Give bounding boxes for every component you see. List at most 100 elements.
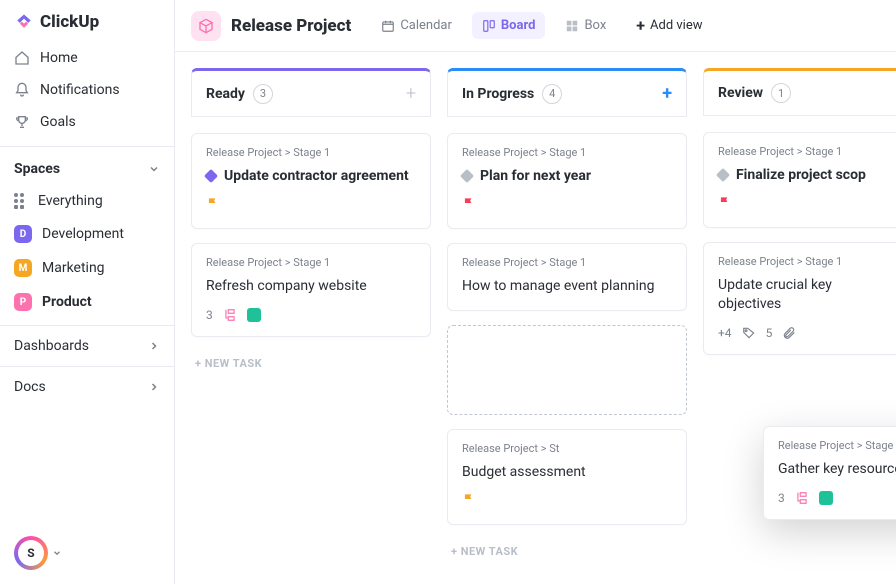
- dragging-card[interactable]: ✥ Release Project > Stage 1 Gather key r…: [763, 426, 896, 520]
- flag-icon: [462, 196, 476, 210]
- card-refresh-website[interactable]: Release Project > Stage 1 Refresh compan…: [191, 243, 431, 337]
- subtask-count: 3: [206, 308, 213, 322]
- space-development-label: Development: [42, 226, 124, 242]
- calendar-icon: [381, 19, 395, 33]
- priority-diamond-icon: [460, 169, 474, 183]
- subtask-icon: [223, 308, 237, 322]
- column-header-review[interactable]: Review1: [703, 68, 896, 116]
- space-marketing[interactable]: M Marketing: [0, 251, 174, 285]
- subtask-count: 3: [778, 491, 785, 505]
- priority-diamond-icon: [204, 169, 218, 183]
- nav-notifications[interactable]: Notifications: [0, 74, 174, 106]
- space-badge-m: M: [14, 259, 32, 277]
- card-title: Plan for next year: [480, 167, 591, 186]
- card-title: How to manage event planning: [462, 277, 654, 296]
- column-ready-count: 3: [253, 84, 273, 104]
- cube-icon: [198, 18, 214, 34]
- card-crumb: Release Project > Stage 1: [206, 146, 416, 159]
- nav-dashboards[interactable]: Dashboards: [0, 326, 174, 366]
- chevron-down-icon: [52, 547, 62, 559]
- card-title: Finalize project scop: [736, 166, 866, 185]
- board-icon: [482, 19, 496, 33]
- spaces-label: Spaces: [14, 161, 60, 177]
- chevron-right-icon: [148, 340, 160, 352]
- everything-icon: [14, 193, 28, 209]
- user-menu[interactable]: S: [14, 536, 160, 570]
- space-product-label: Product: [42, 294, 92, 310]
- card-crumb: Release Project > Stage 1: [718, 145, 888, 158]
- card-title: Gather key resources: [778, 460, 896, 479]
- nav-notifications-label: Notifications: [40, 82, 120, 98]
- space-development[interactable]: D Development: [0, 217, 174, 251]
- space-badge-p: P: [14, 293, 32, 311]
- card-title: Update contractor agreement: [224, 167, 409, 186]
- tag-icon: [742, 326, 756, 340]
- nav-goals-label: Goals: [40, 114, 76, 130]
- spaces-header[interactable]: Spaces: [0, 146, 174, 185]
- nav-home[interactable]: Home: [0, 42, 174, 74]
- avatar-letter: S: [18, 540, 44, 566]
- card-manage-event[interactable]: Release Project > Stage 1 How to manage …: [447, 243, 687, 311]
- column-inprogress-count: 4: [542, 84, 562, 104]
- project-title: Release Project: [231, 16, 351, 36]
- view-box[interactable]: Box: [555, 12, 616, 39]
- column-inprogress-label: In Progress: [462, 86, 534, 102]
- card-update-objectives[interactable]: Release Project > Stage 1 Update crucial…: [703, 242, 896, 355]
- column-header-inprogress[interactable]: In Progress 4 +: [447, 68, 687, 117]
- priority-diamond-icon: [716, 168, 730, 182]
- card-title: Budget assessment: [462, 463, 586, 482]
- space-everything-label: Everything: [38, 193, 103, 209]
- view-calendar-label: Calendar: [400, 18, 452, 33]
- new-task-inprogress[interactable]: + NEW TASK: [447, 539, 687, 564]
- bell-icon: [14, 82, 30, 98]
- card-plan-next-year[interactable]: Release Project > Stage 1 Plan for next …: [447, 133, 687, 229]
- space-marketing-label: Marketing: [42, 260, 105, 276]
- card-title: Refresh company website: [206, 277, 367, 296]
- app-logo[interactable]: ClickUp: [0, 0, 174, 42]
- subtask-icon: [795, 491, 809, 505]
- chevron-down-icon: [148, 163, 160, 175]
- plus-icon: +: [636, 16, 645, 35]
- clickup-logo-icon: [14, 12, 34, 32]
- chat-icon: [819, 491, 833, 505]
- add-view-label: Add view: [650, 18, 703, 33]
- add-card-ready[interactable]: +: [406, 83, 416, 104]
- nav-docs[interactable]: Docs: [0, 366, 174, 407]
- chat-icon: [247, 308, 261, 322]
- drop-placeholder: [447, 325, 687, 415]
- add-card-inprogress[interactable]: +: [662, 83, 672, 104]
- column-review-label: Review: [718, 85, 763, 101]
- view-calendar[interactable]: Calendar: [371, 12, 462, 39]
- space-product[interactable]: P Product: [0, 285, 174, 319]
- card-finalize-scope[interactable]: Release Project > Stage 1 Finalize proje…: [703, 132, 896, 228]
- chevron-right-icon: [148, 381, 160, 393]
- card-update-contractor[interactable]: Release Project > Stage 1 Update contrac…: [191, 133, 431, 229]
- column-ready-label: Ready: [206, 86, 245, 102]
- avatar: S: [14, 536, 48, 570]
- nav-dashboards-label: Dashboards: [14, 338, 89, 354]
- card-budget-assessment[interactable]: Release Project > St Budget assessment: [447, 429, 687, 525]
- nav-home-label: Home: [40, 50, 78, 66]
- view-box-label: Box: [584, 18, 606, 33]
- new-task-ready[interactable]: + NEW TASK: [191, 351, 431, 376]
- space-badge-d: D: [14, 225, 32, 243]
- view-board-label: Board: [501, 18, 536, 33]
- nav-docs-label: Docs: [14, 379, 46, 395]
- card-crumb: Release Project > Stage 1: [778, 439, 896, 452]
- add-view[interactable]: + Add view: [626, 10, 712, 41]
- view-board[interactable]: Board: [472, 12, 546, 39]
- column-inprogress: In Progress 4 + Release Project > Stage 1 …: [447, 68, 687, 584]
- trophy-icon: [14, 114, 30, 130]
- column-ready: Ready 3 + Release Project > Stage 1 Update…: [191, 68, 431, 584]
- card-crumb: Release Project > Stage 1: [462, 256, 672, 269]
- tag-count: +4: [718, 326, 732, 340]
- nav-goals[interactable]: Goals: [0, 106, 174, 138]
- column-header-ready[interactable]: Ready 3 +: [191, 68, 431, 117]
- brand-name: ClickUp: [40, 12, 99, 32]
- box-icon: [565, 19, 579, 33]
- home-icon: [14, 50, 30, 66]
- space-everything[interactable]: Everything: [0, 185, 174, 217]
- card-crumb: Release Project > Stage 1: [206, 256, 416, 269]
- card-crumb: Release Project > Stage 1: [718, 255, 888, 268]
- card-crumb: Release Project > Stage 1: [462, 146, 672, 159]
